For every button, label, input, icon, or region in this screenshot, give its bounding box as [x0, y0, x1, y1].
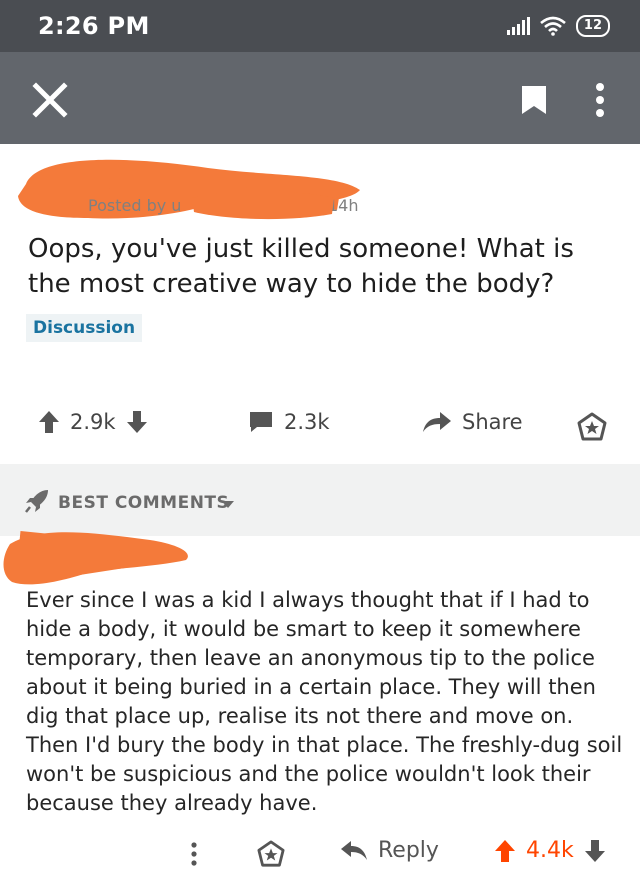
comment-icon: [250, 412, 272, 432]
reply-button[interactable]: Reply: [340, 838, 439, 863]
post-actions: 2.9k 2.3k Share: [0, 400, 640, 450]
redaction-scribble-commenter: [3, 531, 188, 585]
upvote-icon[interactable]: [38, 410, 60, 434]
signal-icon: [506, 17, 530, 35]
posted-by-label[interactable]: Posted by u: [88, 196, 181, 215]
post-flair[interactable]: Discussion: [26, 314, 143, 342]
post-title: Oops, you've just killed someone! What i…: [28, 234, 574, 299]
comment-count: 2.3k: [284, 410, 330, 434]
wifi-icon: [540, 16, 566, 36]
app-toolbar: [0, 52, 640, 144]
post-score: 2.9k: [70, 410, 116, 434]
status-bar: 2:26 PM 12: [0, 0, 640, 52]
comment-body: Ever since I was a kid I always thought …: [26, 588, 623, 815]
comment-vote-control: 4.4k: [494, 838, 606, 863]
redaction-scribble-username: [192, 191, 334, 220]
chevron-down-icon: [222, 501, 234, 508]
reply-icon: [341, 840, 367, 860]
bookmark-icon[interactable]: [520, 84, 548, 116]
vote-control: 2.9k: [38, 410, 148, 434]
sort-label: BEST COMMENTS: [58, 493, 230, 513]
more-options-icon[interactable]: [594, 82, 606, 118]
upvote-icon[interactable]: [494, 839, 516, 863]
downvote-icon[interactable]: [584, 839, 606, 863]
comment-score: 4.4k: [526, 838, 574, 863]
share-label: Share: [462, 410, 523, 434]
award-icon[interactable]: [576, 412, 608, 442]
rocket-icon: [25, 490, 48, 513]
downvote-icon[interactable]: [126, 410, 148, 434]
comments-button[interactable]: 2.3k: [248, 410, 330, 434]
status-icons: 12: [506, 14, 610, 38]
reply-label: Reply: [378, 838, 439, 863]
share-icon: [423, 412, 451, 432]
battery-icon: 12: [575, 15, 610, 37]
close-icon[interactable]: [30, 80, 70, 120]
share-button[interactable]: Share: [422, 410, 523, 434]
status-time: 2:26 PM: [38, 12, 150, 40]
comment-actions: Reply 4.4k: [0, 830, 640, 876]
more-options-icon[interactable]: [190, 842, 198, 866]
award-icon[interactable]: [256, 840, 286, 868]
post-meta: Posted by u 14h: [88, 196, 359, 215]
